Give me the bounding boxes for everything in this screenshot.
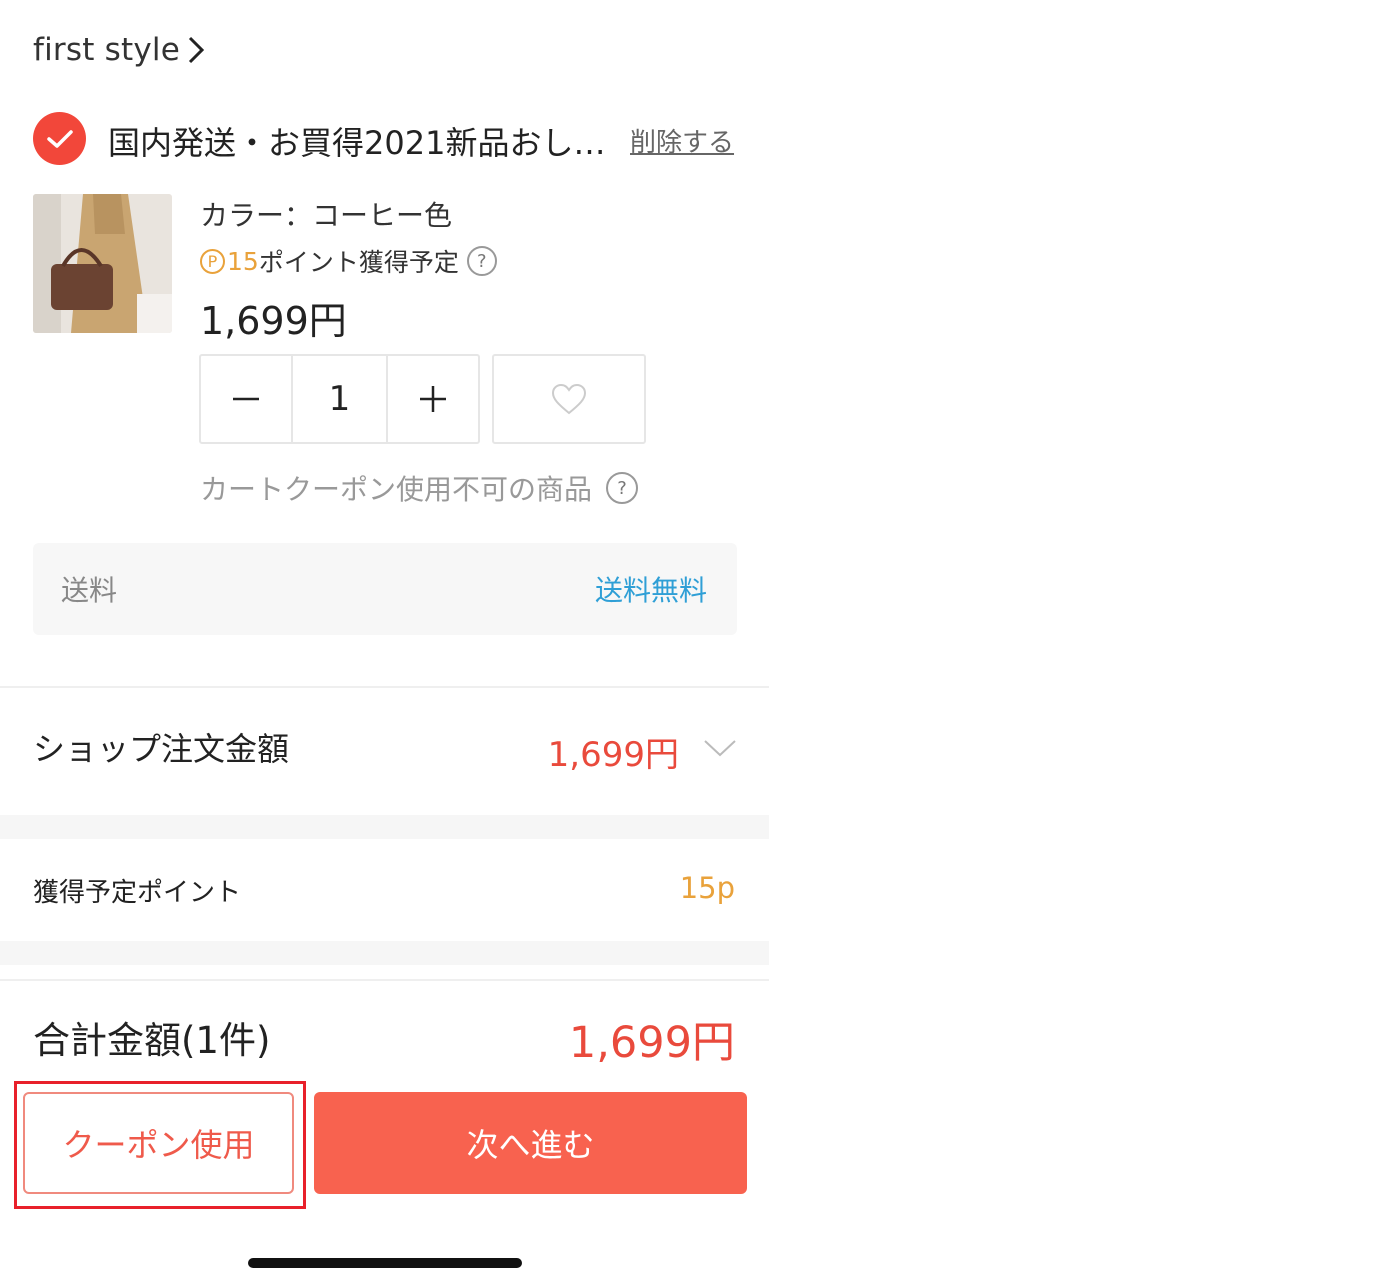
divider [0,686,769,688]
shop-name: first style [33,32,180,68]
item-select-checkbox[interactable] [33,112,86,165]
points-value: 15p [679,871,735,905]
product-variant: カラー：コーヒー色 [200,199,453,232]
check-icon [46,129,73,148]
home-indicator[interactable] [248,1258,522,1268]
minus-icon [232,397,259,401]
chevron-down-icon[interactable] [703,733,737,763]
cart-screen: first style 国内発送・お買得2021新品おし… 削除する カラー：コ… [0,0,1400,1284]
delete-link[interactable]: 削除する [630,122,734,159]
question-icon[interactable]: ? [466,246,497,276]
cart-panel: first style 国内発送・お買得2021新品おし… 削除する カラー：コ… [0,0,769,1284]
coupon-note-text: カートクーポン使用不可の商品 [200,473,593,506]
quantity-stepper: 1 [199,354,480,444]
points-badge-icon: P [200,248,225,274]
total-label: 合計金額(1件) [33,1019,271,1062]
decrement-button[interactable] [201,356,291,442]
increment-button[interactable] [388,356,478,442]
shipping-info: 送料 送料無料 [33,543,737,635]
points-estimate: P 15 ポイント獲得予定 ? [200,243,497,279]
shop-order-label: ショップ注文金額 [33,730,290,768]
shop-link[interactable]: first style [33,32,208,68]
question-icon[interactable]: ? [606,472,639,504]
use-coupon-button[interactable]: クーポン使用 [23,1092,294,1194]
shop-order-amount: 1,699円 [547,735,679,775]
chevron-right-icon [188,36,205,64]
product-title[interactable]: 国内発送・お買得2021新品おし… [108,118,613,164]
heart-icon [551,383,587,415]
next-button[interactable]: 次へ進む [314,1092,747,1194]
coupon-restriction-note: カートクーポン使用不可の商品 ? [200,468,639,508]
section-separator [0,941,769,965]
shipping-label: 送料 [61,574,118,607]
shipping-value: 送料無料 [594,574,707,607]
points-number: 15 [227,246,259,276]
plus-icon [420,386,447,412]
product-price: 1,699円 [200,299,347,343]
divider [0,979,769,981]
total-amount: 1,699円 [568,1018,735,1068]
favorite-button[interactable] [492,354,646,444]
product-image[interactable] [33,194,172,333]
quantity-value[interactable]: 1 [290,356,389,442]
points-label: 獲得予定ポイント [33,878,242,908]
points-text: ポイント獲得予定 [258,248,459,277]
section-separator [0,815,769,839]
